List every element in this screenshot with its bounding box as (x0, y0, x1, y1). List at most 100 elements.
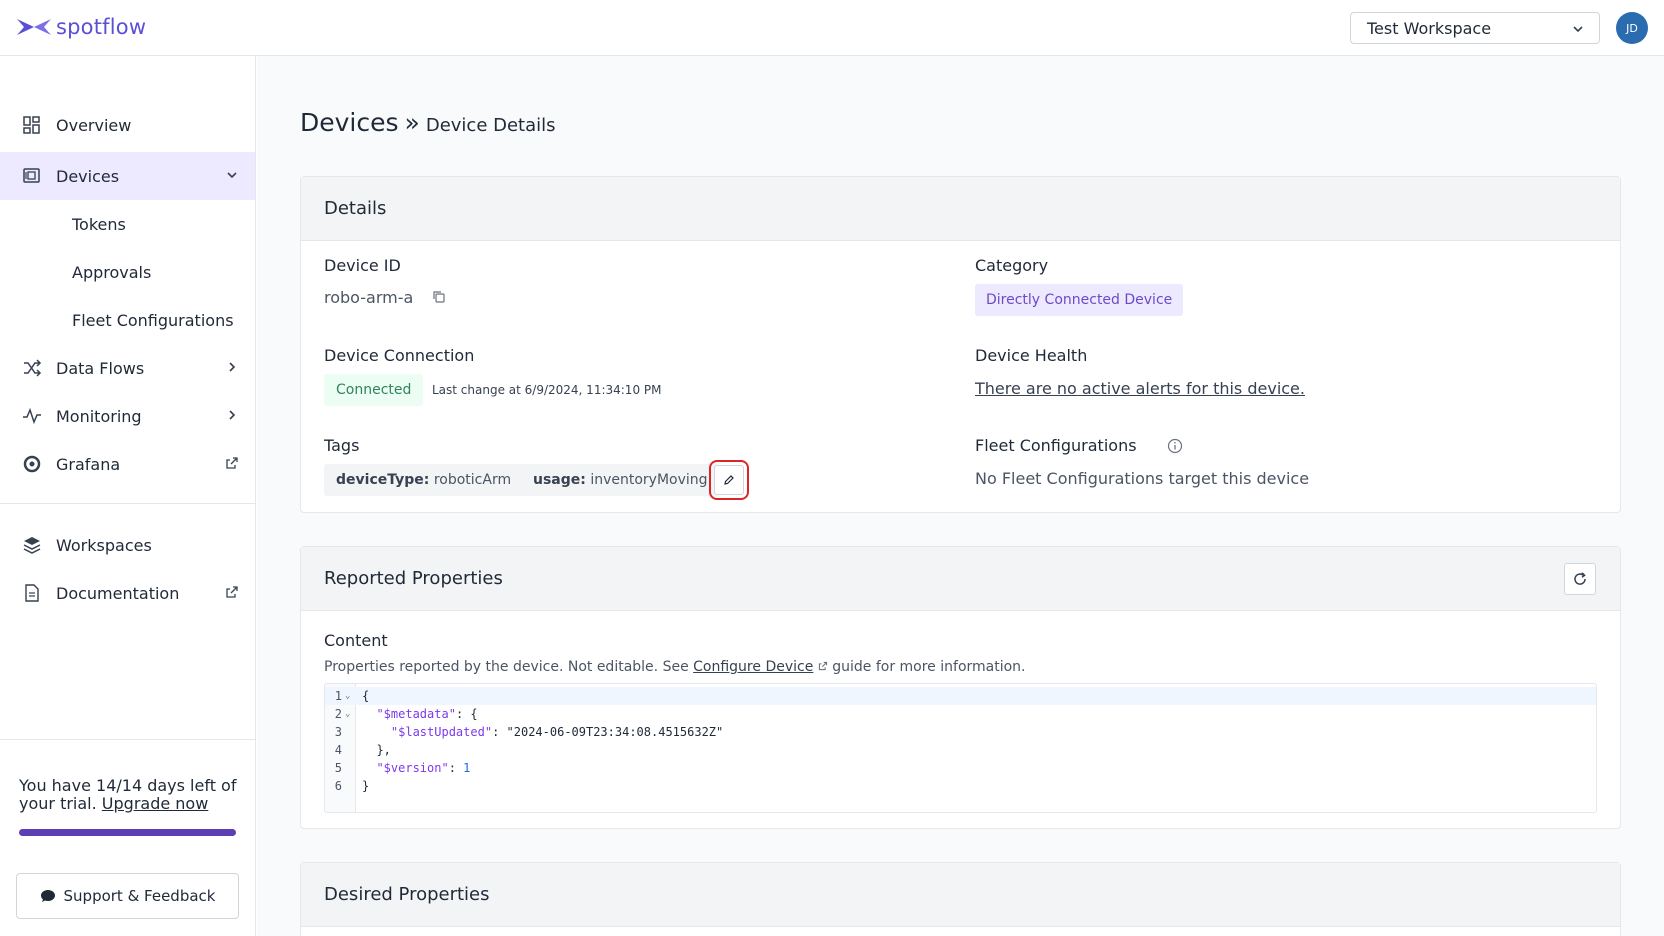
spotflow-logo[interactable]: spotflow (16, 14, 146, 40)
sidebar-item-grafana[interactable]: Grafana (0, 440, 255, 488)
trial-notice: You have 14/14 days left of your trial. … (19, 777, 244, 813)
reported-properties-card: Reported Properties Content Properties r… (300, 546, 1621, 829)
line-number: 1 (334, 689, 342, 703)
refresh-icon (1574, 572, 1586, 585)
details-card: Details Device ID robo-arm-a Category Di… (300, 176, 1621, 513)
sidebar-item-label: Approvals (72, 262, 152, 282)
tag-chip: deviceType: roboticArm (324, 464, 524, 496)
sidebar: Overview Devices Tokens Approvals Fleet … (0, 56, 256, 936)
code-text: "$metadata": { (376, 707, 478, 721)
desc-after: guide for more information. (832, 659, 1026, 675)
workspace-select[interactable]: Test Workspace (1350, 12, 1600, 44)
sidebar-item-data-flows[interactable]: Data Flows (0, 344, 255, 392)
avatar[interactable]: JD (1616, 12, 1648, 44)
sidebar-item-label: Data Flows (56, 358, 145, 378)
breadcrumb-separator: » (404, 108, 420, 137)
sidebar-item-documentation[interactable]: Documentation (0, 569, 255, 617)
sidebar-item-workspaces[interactable]: Workspaces (0, 521, 255, 569)
document-icon (25, 584, 39, 602)
line-number: 6 (334, 779, 342, 793)
code-text: "$version": 1 (376, 761, 471, 775)
grafana-icon (23, 455, 41, 473)
sidebar-divider (0, 503, 255, 504)
chevron-right-icon (229, 410, 236, 420)
tag-key: deviceType: (336, 472, 430, 488)
details-header: Details (301, 177, 1620, 241)
refresh-button[interactable] (1564, 563, 1596, 595)
chevron-right-icon (229, 362, 236, 372)
fleet-configurations-text: No Fleet Configurations target this devi… (975, 469, 1310, 488)
details-title: Details (324, 198, 387, 219)
main-content: Devices » Device Details Details Device … (257, 56, 1664, 936)
fold-chevron-icon[interactable]: ⌄ (345, 705, 350, 723)
sidebar-item-monitoring[interactable]: Monitoring (0, 392, 255, 440)
category-badge: Directly Connected Device (975, 284, 1184, 316)
code-text: "$lastUpdated": "2024-06-09T23:34:08.451… (390, 725, 724, 739)
sidebar-item-fleet-configurations[interactable]: Fleet Configurations (0, 296, 255, 344)
trial-progress-fill (19, 829, 236, 836)
external-link-icon (226, 457, 238, 469)
edit-tags-button[interactable] (709, 460, 749, 500)
breadcrumb-root[interactable]: Devices (300, 108, 399, 137)
tags-label: Tags (324, 436, 360, 455)
device-id-label: Device ID (324, 256, 401, 275)
code-line: 5 "$version": 1 (325, 759, 1596, 777)
connection-status-badge: Connected (324, 374, 424, 406)
configure-device-link[interactable]: Configure Device (693, 659, 813, 675)
tag-value: inventoryMoving (590, 472, 708, 488)
sidebar-item-label: Overview (56, 115, 132, 135)
line-number: 2 (334, 707, 342, 721)
tag-value: roboticArm (433, 472, 512, 488)
sidebar-item-label: Devices (56, 166, 120, 186)
chevron-down-icon (227, 172, 237, 179)
health-label: Device Health (975, 346, 1088, 365)
sidebar-item-label: Grafana (56, 454, 121, 474)
shuffle-icon (24, 359, 42, 377)
dashboard-icon (23, 116, 40, 134)
sidebar-divider (0, 739, 255, 740)
breadcrumb: Devices » Device Details (300, 108, 556, 137)
line-number: 5 (334, 761, 342, 775)
device-icon (23, 168, 40, 183)
support-label: Support & Feedback (63, 887, 216, 905)
layers-icon (23, 537, 41, 554)
reported-properties-header: Reported Properties (301, 547, 1620, 611)
sidebar-item-tokens[interactable]: Tokens (0, 200, 255, 248)
copy-icon[interactable] (432, 290, 446, 304)
code-line: 3 "$lastUpdated": "2024-06-09T23:34:08.4… (325, 723, 1596, 741)
info-icon[interactable] (1167, 438, 1183, 454)
support-feedback-button[interactable]: Support & Feedback (16, 873, 239, 919)
sidebar-item-devices[interactable]: Devices (0, 152, 255, 200)
fold-chevron-icon[interactable]: ⌄ (345, 687, 350, 705)
sidebar-item-overview[interactable]: Overview (0, 101, 255, 149)
external-link-icon (226, 586, 238, 598)
sidebar-item-approvals[interactable]: Approvals (0, 248, 255, 296)
desired-properties-title: Desired Properties (324, 884, 490, 905)
desired-properties-header: Desired Properties (301, 863, 1620, 927)
category-label: Category (975, 256, 1049, 275)
fleet-label-text: Fleet Configurations (975, 436, 1137, 455)
code-text: }, (376, 743, 391, 757)
desired-properties-card: Desired Properties (300, 862, 1621, 936)
tag-chip: usage: inventoryMoving (521, 464, 720, 496)
sidebar-item-label: Fleet Configurations (72, 310, 234, 330)
logo-text: spotflow (56, 15, 147, 39)
upgrade-link[interactable]: Upgrade now (102, 794, 209, 813)
alerts-link[interactable]: There are no active alerts for this devi… (975, 379, 1305, 398)
desc-before: Properties reported by the device. Not e… (324, 659, 689, 675)
line-number: 3 (334, 725, 342, 739)
edit-tags-button-inner (714, 465, 744, 495)
chat-bubble-icon (40, 890, 55, 902)
reported-properties-title: Reported Properties (324, 568, 503, 589)
activity-icon (23, 407, 41, 425)
code-line: 6 } (325, 777, 1596, 795)
json-editor[interactable]: 1 ⌄ { 2 ⌄ "$metadata": { 3 "$lastUpdated… (324, 683, 1597, 813)
sidebar-item-label: Tokens (72, 214, 126, 234)
content-label: Content (324, 631, 388, 650)
sidebar-item-label: Monitoring (56, 406, 142, 426)
code-line: 2 ⌄ "$metadata": { (325, 705, 1596, 723)
sidebar-item-label: Documentation (56, 583, 180, 603)
workspace-selected: Test Workspace (1367, 18, 1492, 38)
trial-progress-bar (19, 829, 236, 836)
code-line: 1 ⌄ { (325, 687, 1596, 705)
